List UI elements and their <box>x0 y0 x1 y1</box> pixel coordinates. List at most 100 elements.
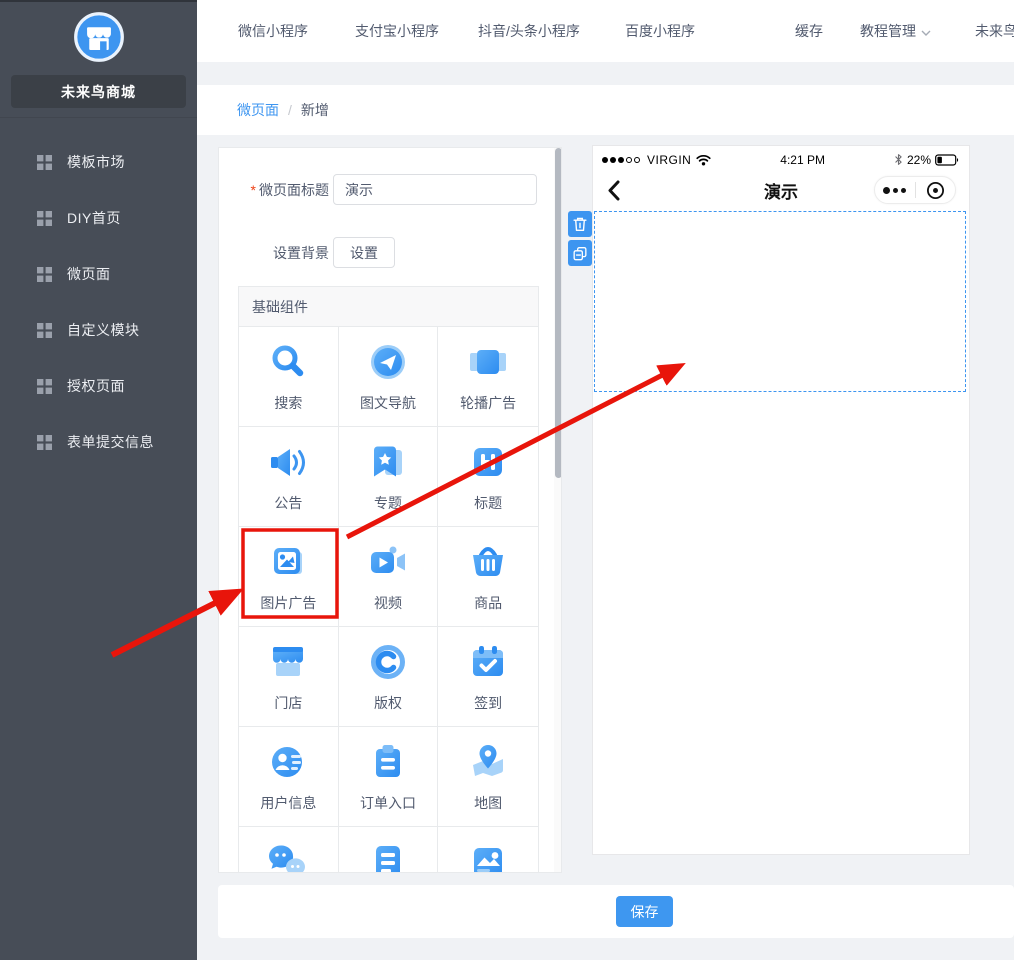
component-item-image-text-nav[interactable]: 图文导航 <box>339 327 439 427</box>
component-label: 地图 <box>474 793 502 813</box>
sidebar-item-label: 自定义模块 <box>67 320 140 340</box>
component-label: 订单入口 <box>360 793 416 813</box>
component-item-map[interactable]: 地图 <box>438 727 538 827</box>
component-palette: 基础组件 搜索 图文导航 轮播广告 公告 <box>238 286 539 873</box>
component-item-image-ad[interactable]: 图片广告 <box>239 527 339 627</box>
component-item-wechat-message[interactable] <box>239 827 339 873</box>
component-label: 用户信息 <box>260 793 316 813</box>
bluetooth-icon <box>894 153 903 166</box>
breadcrumb: 微页面 / 新增 <box>197 85 1014 135</box>
component-item-search[interactable]: 搜索 <box>239 327 339 427</box>
copy-icon <box>573 246 587 261</box>
component-item-user-info[interactable]: 用户信息 <box>239 727 339 827</box>
chevron-down-icon <box>921 30 931 36</box>
sidebar-item-micro-page[interactable]: 微页面 <box>0 246 197 302</box>
component-item-goods[interactable]: 商品 <box>438 527 538 627</box>
component-label: 签到 <box>474 693 502 713</box>
editor-panel: *微页面标题 设置背景 设置 基础组件 搜索 图文导航 轮播广告 <box>218 147 562 873</box>
page-title-input[interactable] <box>333 174 537 205</box>
phone-preview: VIRGIN 4:21 PM 22% 演示 <box>592 145 970 855</box>
delete-component-button[interactable] <box>568 211 592 237</box>
wechat-message-icon <box>266 840 310 873</box>
image-ad-icon <box>266 540 310 584</box>
tutorial-menu[interactable]: 教程管理 <box>860 0 931 62</box>
tab-baidu-miniapp[interactable]: 百度小程序 <box>625 0 695 62</box>
store-icon <box>266 640 310 684</box>
set-background-button[interactable]: 设置 <box>333 237 395 268</box>
battery-icon <box>935 154 960 166</box>
component-label: 视频 <box>374 593 402 613</box>
sidebar-item-label: 授权页面 <box>67 376 125 396</box>
component-label: 图片广告 <box>260 593 316 613</box>
palette-header: 基础组件 <box>239 287 538 327</box>
sidebar-item-label: 表单提交信息 <box>67 432 154 452</box>
scrollbar-thumb[interactable] <box>555 148 562 478</box>
announcement-icon <box>266 440 310 484</box>
component-item-heading[interactable]: 标题 <box>438 427 538 527</box>
grid-icon <box>37 267 52 282</box>
copy-component-button[interactable] <box>568 240 592 266</box>
canvas-selected-component-area[interactable] <box>594 211 966 392</box>
grid-icon <box>37 379 52 394</box>
component-item-carousel-ad[interactable]: 轮播广告 <box>438 327 538 427</box>
sidebar-item-custom-module[interactable]: 自定义模块 <box>0 302 197 358</box>
phone-nav-bar: 演示 <box>593 173 969 209</box>
component-label: 公告 <box>274 493 302 513</box>
component-label: 标题 <box>474 493 502 513</box>
cache-button[interactable]: 缓存 <box>795 0 823 62</box>
page-builder-app: 未来鸟商城 模板市场 DIY首页 微页面 自定义模块 授权页面 <box>0 0 1014 960</box>
miniapp-capsule <box>874 176 956 204</box>
clock: 4:21 PM <box>711 153 894 167</box>
page-title-label: *微页面标题 <box>219 180 329 200</box>
component-item-article-list[interactable] <box>339 827 439 873</box>
checkin-calendar-icon <box>466 640 510 684</box>
component-grid: 搜索 图文导航 轮播广告 公告 专题 <box>239 327 538 873</box>
search-icon <box>266 340 310 384</box>
topbar: 微信小程序 支付宝小程序 抖音/头条小程序 百度小程序 缓存 教程管理 未来鸟 <box>197 0 1014 62</box>
sidebar-item-label: DIY首页 <box>67 208 121 228</box>
store-name: 未来鸟商城 <box>11 75 186 108</box>
component-label: 图文导航 <box>360 393 416 413</box>
save-button[interactable]: 保存 <box>616 896 673 927</box>
wifi-icon <box>696 154 711 166</box>
account-menu[interactable]: 未来鸟 <box>975 0 1014 62</box>
breadcrumb-current: 新增 <box>301 100 329 120</box>
background-label: 设置背景 <box>219 243 329 263</box>
component-item-copyright[interactable]: 版权 <box>339 627 439 727</box>
component-item-checkin[interactable]: 签到 <box>438 627 538 727</box>
panel-scrollbar[interactable] <box>554 148 562 873</box>
component-item-video[interactable]: 视频 <box>339 527 439 627</box>
component-label: 专题 <box>374 493 402 513</box>
trash-icon <box>573 217 587 232</box>
map-icon <box>466 740 510 784</box>
more-menu-icon[interactable] <box>875 187 915 194</box>
component-label: 门店 <box>274 693 302 713</box>
component-item-order-entry[interactable]: 订单入口 <box>339 727 439 827</box>
tab-alipay-miniapp[interactable]: 支付宝小程序 <box>355 0 439 62</box>
component-label: 商品 <box>474 593 502 613</box>
battery-percent: 22% <box>907 153 931 167</box>
sidebar-item-diy-home[interactable]: DIY首页 <box>0 190 197 246</box>
video-icon <box>366 540 410 584</box>
component-item-topic[interactable]: 专题 <box>339 427 439 527</box>
sidebar-item-auth-page[interactable]: 授权页面 <box>0 358 197 414</box>
sidebar: 未来鸟商城 模板市场 DIY首页 微页面 自定义模块 授权页面 <box>0 0 197 960</box>
phone-status-bar: VIRGIN 4:21 PM 22% <box>593 146 969 173</box>
grid-icon <box>37 155 52 170</box>
tab-wechat-miniapp[interactable]: 微信小程序 <box>238 0 308 62</box>
sidebar-item-template-market[interactable]: 模板市场 <box>0 134 197 190</box>
breadcrumb-micro-page-link[interactable]: 微页面 <box>237 100 279 120</box>
component-item-image-card[interactable] <box>438 827 538 873</box>
footer-bar: 保存 <box>218 885 1014 938</box>
component-label: 版权 <box>374 693 402 713</box>
store-logo-icon[interactable] <box>73 11 125 68</box>
breadcrumb-separator: / <box>288 102 292 118</box>
component-item-store[interactable]: 门店 <box>239 627 339 727</box>
component-item-announcement[interactable]: 公告 <box>239 427 339 527</box>
tab-douyin-miniapp[interactable]: 抖音/头条小程序 <box>478 0 580 62</box>
signal-dots-icon <box>602 157 642 163</box>
heading-icon <box>466 440 510 484</box>
exit-target-icon[interactable] <box>916 181 956 200</box>
sidebar-item-form-submissions[interactable]: 表单提交信息 <box>0 414 197 470</box>
carousel-ad-icon <box>466 340 510 384</box>
